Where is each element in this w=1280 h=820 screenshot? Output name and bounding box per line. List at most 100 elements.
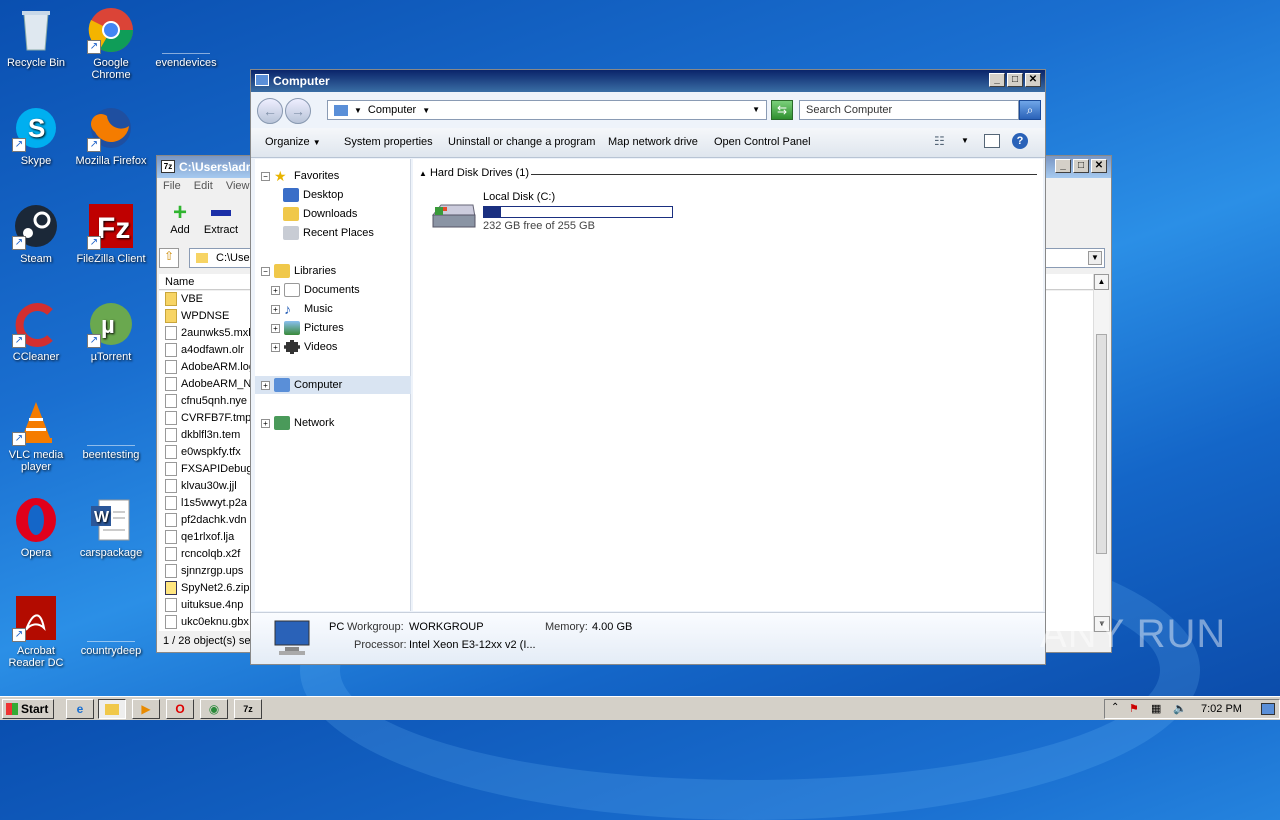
extract-button[interactable]: Extract [201, 202, 241, 236]
help-icon[interactable]: ? [1012, 133, 1028, 149]
nav-videos[interactable]: + Videos [271, 338, 337, 356]
acrobat-icon: ↗ [12, 594, 60, 642]
uninstall-program-button[interactable]: Uninstall or change a program [448, 136, 595, 148]
search-icon[interactable]: ⌕ [1019, 100, 1041, 120]
workgroup-label: Workgroup: [347, 621, 404, 633]
collapse-icon[interactable]: − [261, 266, 270, 276]
taskbar-7zip-icon[interactable]: 7z [234, 699, 262, 719]
taskbar-chrome-icon[interactable]: ◉ [200, 699, 228, 719]
expand-icon[interactable]: + [271, 323, 280, 333]
network-tray-icon[interactable]: ▦ [1151, 702, 1161, 715]
documents-icon [284, 283, 300, 298]
desktop-icon-label: Acrobat Reader DC [8, 645, 64, 669]
view-options-icon[interactable]: ☷ [934, 134, 945, 148]
taskbar-opera-icon[interactable]: O [166, 699, 194, 719]
menu-view[interactable]: View [226, 180, 250, 192]
expand-icon[interactable]: + [271, 304, 280, 314]
nav-documents[interactable]: + Documents [271, 281, 360, 299]
address-dropdown-icon[interactable]: ▼ [752, 101, 760, 119]
system-properties-button[interactable]: System properties [344, 136, 433, 148]
desktop-icon-label: Steam [20, 253, 52, 265]
nav-recent-places[interactable]: Recent Places [283, 224, 374, 242]
desktop-icon-beentesting[interactable]: beentesting [75, 398, 147, 461]
expand-icon[interactable]: + [261, 380, 270, 390]
chevron-down-icon[interactable]: ▼ [354, 106, 362, 115]
explorer-titlebar[interactable]: Computer _ □ ✕ [251, 70, 1045, 92]
svg-text:µ: µ [101, 312, 115, 339]
desktop-icon-steam[interactable]: ↗ Steam [0, 202, 72, 265]
menu-file[interactable]: File [163, 180, 181, 192]
nav-pictures[interactable]: + Pictures [271, 319, 344, 337]
nav-favorites[interactable]: − ★ Favorites [261, 167, 339, 185]
desktop-icon-carspackage[interactable]: W carspackage [75, 496, 147, 559]
maximize-button[interactable]: □ [1073, 159, 1089, 173]
address-bar[interactable]: ▼ Computer ▼ ▼ [327, 100, 767, 120]
minimize-button[interactable]: _ [989, 73, 1005, 87]
volume-icon[interactable]: 🔈 [1173, 702, 1187, 715]
file-name: a4odfawn.olr [181, 344, 244, 356]
start-button[interactable]: Start [2, 699, 54, 719]
desktop-icon-opera[interactable]: Opera [0, 496, 72, 559]
desktop-icon-ccleaner[interactable]: ↗ CCleaner [0, 300, 72, 363]
explorer-window[interactable]: Computer _ □ ✕ ← → ▼ Computer ▼ ▼ ⇆ Search… [250, 69, 1046, 665]
desktop-icon-acrobat[interactable]: ↗ Acrobat Reader DC [0, 594, 72, 669]
taskbar-ie-icon[interactable]: e [66, 699, 94, 719]
taskbar: Start e ▶ O ◉ 7z ⌃ ⚑ ▦ 🔈 7:02 PM [0, 696, 1280, 720]
chevron-down-icon[interactable]: ▼ [961, 136, 969, 145]
desktop-icon-chrome[interactable]: ↗ Google Chrome [75, 6, 147, 81]
vertical-scrollbar[interactable]: ▲ ▼ [1093, 274, 1110, 632]
breadcrumb-chevron-icon[interactable]: ▼ [422, 106, 430, 115]
desktop-icon-firefox[interactable]: ↗ Mozilla Firefox [75, 104, 147, 167]
file-icon [165, 564, 177, 579]
desktop-icon-utorrent[interactable]: µ ↗ µTorrent [75, 300, 147, 363]
desktop-icon-skype[interactable]: S ↗ Skype [0, 104, 72, 167]
nav-computer[interactable]: + Computer [255, 376, 411, 394]
preview-pane-icon[interactable] [984, 134, 1000, 148]
desktop-icon-evendevices[interactable]: evendevices [150, 6, 222, 69]
maximize-button[interactable]: □ [1007, 73, 1023, 87]
open-control-panel-button[interactable]: Open Control Panel [714, 136, 811, 148]
expand-icon[interactable]: + [271, 285, 280, 295]
nav-libraries[interactable]: − Libraries [261, 262, 336, 280]
drive-local-disk-c[interactable]: Local Disk (C:) 232 GB free of 255 GB [427, 189, 691, 237]
file-icon [165, 530, 177, 545]
group-header[interactable]: ▲ Hard Disk Drives (1) [419, 167, 529, 179]
menu-edit[interactable]: Edit [194, 180, 213, 192]
add-button[interactable]: + Add [167, 201, 193, 237]
nav-downloads[interactable]: Downloads [283, 205, 357, 223]
close-button[interactable]: ✕ [1025, 73, 1041, 87]
refresh-icon[interactable]: ⇆ [771, 100, 793, 120]
close-button[interactable]: ✕ [1091, 159, 1107, 173]
organize-button[interactable]: Organize ▼ [265, 136, 321, 148]
shortcut-arrow-icon: ↗ [87, 138, 101, 152]
back-arrow-icon[interactable]: ← [257, 98, 283, 124]
taskbar-explorer-icon[interactable] [98, 699, 126, 719]
desktop-icon-vlc[interactable]: ↗ VLC media player [0, 398, 72, 473]
taskbar-media-player-icon[interactable]: ▶ [132, 699, 160, 719]
clock[interactable]: 7:02 PM [1201, 703, 1242, 715]
nav-desktop[interactable]: Desktop [283, 186, 343, 204]
show-desktop-icon[interactable] [1261, 703, 1275, 715]
desktop-icon-filezilla[interactable]: Fz ↗ FileZilla Client [75, 202, 147, 265]
nav-music[interactable]: + ♪ Music [271, 300, 333, 318]
action-center-icon[interactable]: ⚑ [1129, 702, 1139, 715]
file-name: e0wspkfy.tfx [181, 446, 241, 458]
desktop-icon-recycle-bin[interactable]: Recycle Bin [0, 6, 72, 69]
collapse-icon[interactable]: − [261, 171, 270, 181]
up-folder-icon[interactable]: ⇧ [159, 248, 179, 268]
search-input[interactable]: Search Computer [799, 100, 1019, 120]
chevron-down-icon[interactable]: ▼ [1088, 251, 1102, 265]
file-name: dkblfl3n.tem [181, 429, 241, 441]
map-network-drive-button[interactable]: Map network drive [608, 136, 698, 148]
scroll-up-icon[interactable]: ▲ [1094, 274, 1109, 290]
scrollbar-thumb[interactable] [1096, 334, 1107, 554]
expand-icon[interactable]: + [261, 418, 270, 428]
file-icon [165, 377, 177, 392]
tray-expand-icon[interactable]: ⌃ [1111, 702, 1119, 713]
expand-icon[interactable]: + [271, 342, 280, 352]
minimize-button[interactable]: _ [1055, 159, 1071, 173]
desktop-icon-countrydeep[interactable]: countrydeep [75, 594, 147, 657]
forward-arrow-icon[interactable]: → [285, 98, 311, 124]
extract-label: Extract [203, 224, 239, 236]
nav-network[interactable]: + Network [261, 414, 334, 432]
